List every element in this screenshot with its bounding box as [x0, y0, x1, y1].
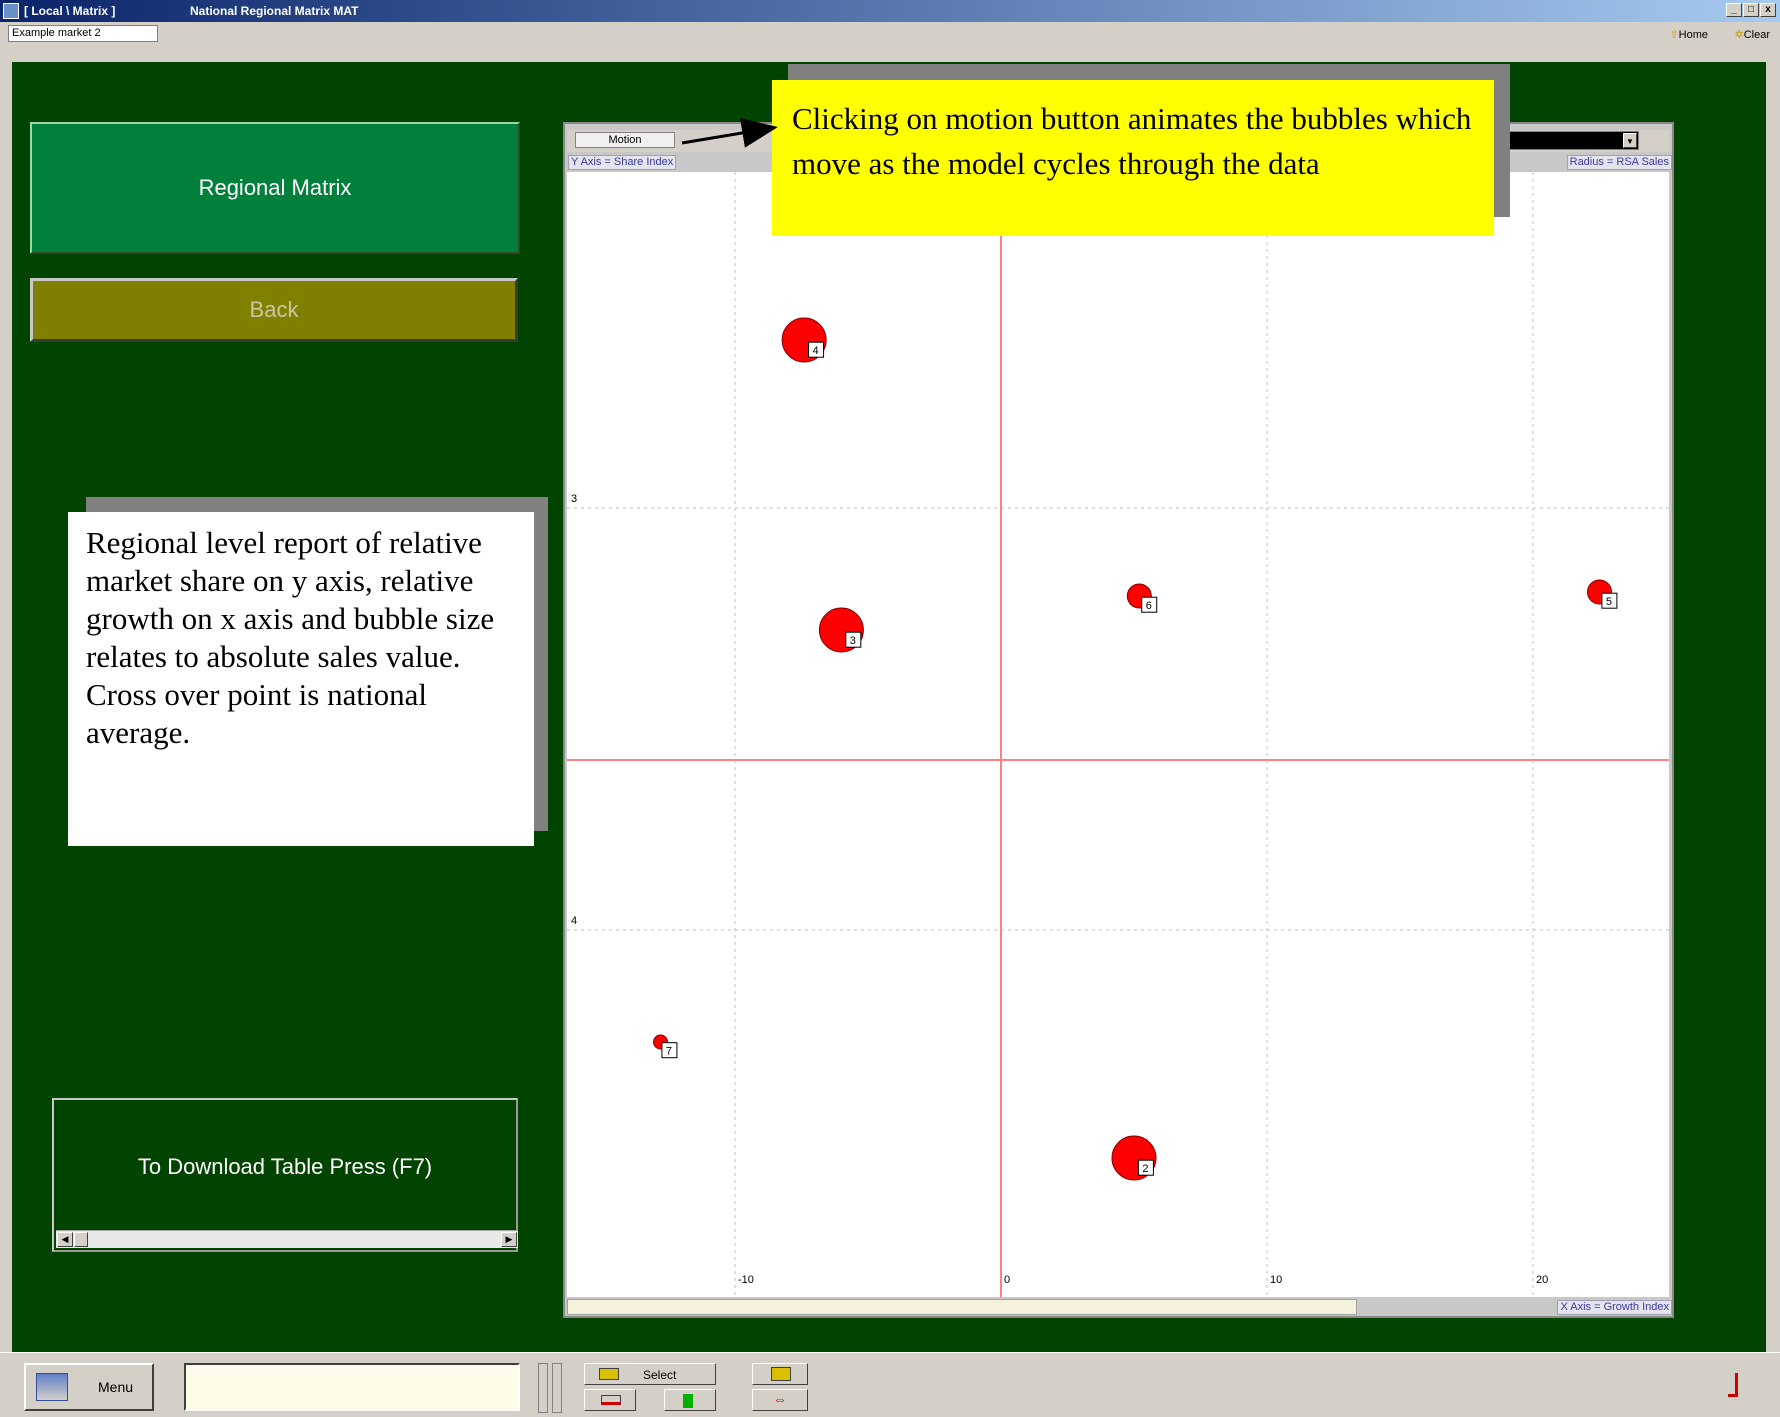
swap-button[interactable]: ⇔	[752, 1389, 808, 1411]
window-icon	[601, 1395, 621, 1405]
green-indicator-icon	[683, 1394, 693, 1408]
separator	[538, 1363, 548, 1413]
window-toggle-button[interactable]	[584, 1389, 636, 1411]
print-button[interactable]	[752, 1363, 808, 1385]
swap-icon: ⇔	[773, 1391, 787, 1407]
select-button[interactable]: Select	[584, 1363, 716, 1385]
status-bar: Menu Select ⇔	[0, 1352, 1780, 1417]
menu-button[interactable]: Menu	[24, 1363, 154, 1411]
select-label: Select	[643, 1368, 677, 1382]
resize-indicator	[1728, 1373, 1738, 1397]
print-icon	[771, 1367, 791, 1381]
separator	[552, 1363, 562, 1413]
menu-icon	[36, 1373, 68, 1401]
indicator-button[interactable]	[664, 1389, 716, 1411]
annotation-arrow	[681, 118, 778, 148]
menu-label: Menu	[98, 1379, 134, 1395]
status-field[interactable]	[184, 1363, 520, 1411]
select-icon	[599, 1368, 619, 1380]
